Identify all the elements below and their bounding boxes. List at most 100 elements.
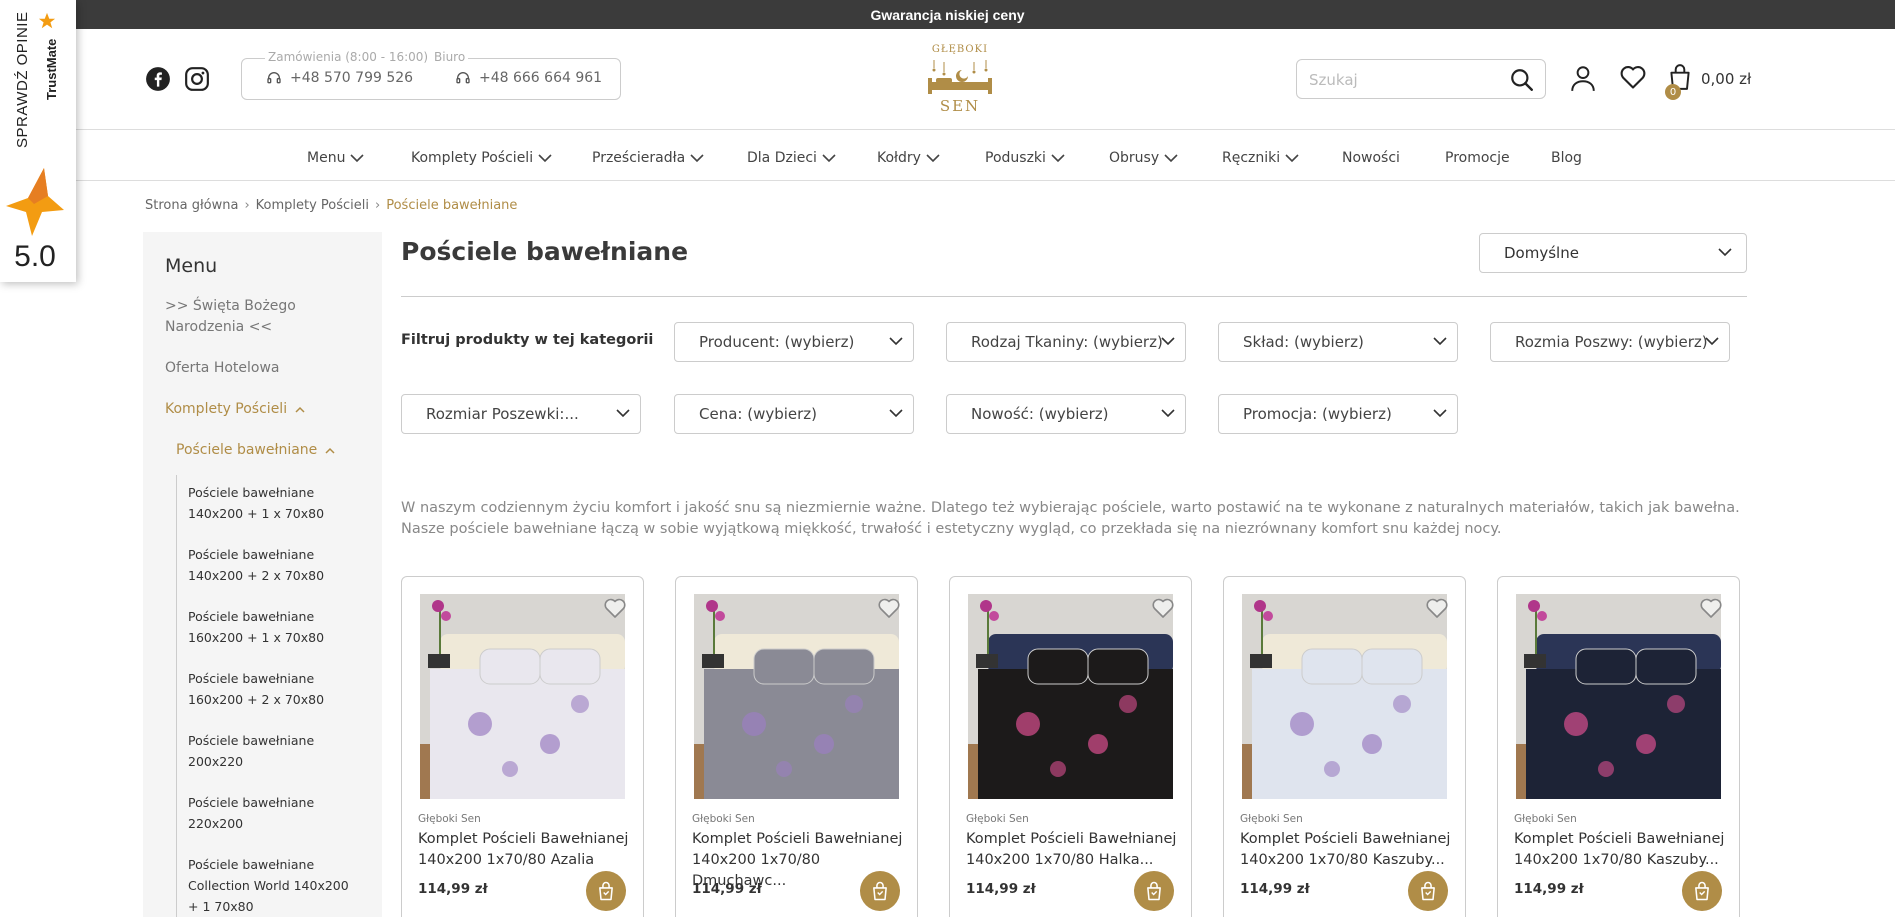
trustmate-star-icon — [6, 168, 64, 236]
filter-label-text: Nowość: (wybierz) — [971, 405, 1109, 423]
nav-item-1[interactable]: Komplety Pościeli — [411, 150, 552, 166]
sidebar-subitem[interactable]: Pościele bawełniane 140x200 + 2 x 70x80 — [188, 544, 363, 586]
wishlist-heart-icon[interactable] — [1425, 597, 1449, 619]
nav-item-2[interactable]: Prześcieradła — [592, 150, 704, 166]
sidebar-item-cotton-bedding[interactable]: Pościele bawełniane — [176, 440, 335, 461]
product-card[interactable]: Głęboki Sen Komplet Pościeli Bawełnianej … — [675, 576, 918, 917]
nav-item-label: Ręczniki — [1222, 150, 1281, 166]
sidebar-subitem[interactable]: Pościele bawełniane Collection World 140… — [188, 854, 363, 917]
product-card[interactable]: Głęboki Sen Komplet Pościeli Bawełnianej … — [949, 576, 1192, 917]
product-image[interactable] — [1516, 594, 1721, 799]
sidebar-item-label: Komplety Pościeli — [165, 401, 288, 417]
site-logo[interactable]: GŁĘBOKI SEN — [920, 40, 1000, 116]
sort-select[interactable]: Domyślne — [1479, 233, 1747, 273]
product-name[interactable]: Komplet Pościeli Bawełnianej 140x200 1x7… — [418, 829, 633, 871]
product-image[interactable] — [694, 594, 899, 799]
search-box — [1296, 59, 1546, 99]
nav-item-5[interactable]: Poduszki — [985, 150, 1065, 166]
chevron-down-icon — [538, 153, 552, 162]
facebook-icon[interactable] — [145, 66, 171, 92]
nav-item-label: Menu — [307, 150, 346, 166]
wishlist-heart-icon[interactable] — [1619, 64, 1647, 90]
product-brand: Głęboki Sen — [1514, 813, 1577, 825]
sidebar-item-bedding-sets[interactable]: Komplety Pościeli — [165, 399, 305, 420]
add-to-cart-button[interactable] — [1408, 871, 1448, 911]
cart-total[interactable]: 0,00 zł — [1701, 70, 1751, 88]
nav-item-6[interactable]: Obrusy — [1109, 150, 1178, 166]
product-card[interactable]: Głęboki Sen Komplet Pościeli Bawełnianej … — [1497, 576, 1740, 917]
filter-select[interactable]: Producent: (wybierz) — [674, 322, 914, 362]
chevron-up-icon — [325, 447, 335, 454]
sidebar-subitem[interactable]: Pościele bawełniane 200x220 — [188, 730, 363, 772]
submenu-border — [176, 475, 177, 917]
nav-item-0[interactable]: Menu — [307, 150, 365, 166]
add-to-cart-button[interactable] — [1134, 871, 1174, 911]
filter-label-text: Producent: (wybierz) — [699, 333, 855, 351]
office-phone-link[interactable]: +48 666 664 961 — [455, 70, 602, 86]
office-legend: Biuro — [431, 50, 469, 64]
search-icon[interactable] — [1509, 67, 1535, 93]
nav-item-8[interactable]: Nowości — [1342, 150, 1400, 166]
product-card[interactable]: Głęboki Sen Komplet Pościeli Bawełnianej … — [401, 576, 644, 917]
product-card[interactable]: Głęboki Sen Komplet Pościeli Bawełnianej … — [1223, 576, 1466, 917]
instagram-icon[interactable] — [184, 66, 210, 92]
product-image[interactable] — [420, 594, 625, 799]
nav-item-label: Obrusy — [1109, 150, 1160, 166]
wishlist-heart-icon[interactable] — [1151, 597, 1175, 619]
filter-select[interactable]: Rozmia Poszwy: (wybierz) — [1490, 322, 1730, 362]
sidebar-subitem[interactable]: Pościele bawełniane 140x200 + 1 x 70x80 — [188, 482, 363, 524]
nav-item-9[interactable]: Promocje — [1445, 150, 1510, 166]
nav-item-label: Kołdry — [877, 150, 921, 166]
chevron-down-icon — [1705, 337, 1719, 346]
product-image[interactable] — [968, 594, 1173, 799]
chevron-down-icon — [1433, 409, 1447, 418]
search-input[interactable] — [1309, 68, 1489, 92]
product-name[interactable]: Komplet Pościeli Bawełnianej 140x200 1x7… — [1514, 829, 1729, 871]
filter-label-text: Cena: (wybierz) — [699, 405, 818, 423]
announcement-bar: Gwarancja niskiej ceny — [0, 0, 1895, 29]
breadcrumb-home[interactable]: Strona główna — [145, 198, 238, 213]
sidebar-item-christmas[interactable]: >> Święta Bożego Narodzenia << — [165, 296, 325, 338]
chevron-up-icon — [295, 406, 305, 413]
sidebar-subitem[interactable]: Pościele bawełniane 160x200 + 1 x 70x80 — [188, 606, 363, 648]
filter-label-text: Rozmiar Poszewki:... — [426, 405, 579, 423]
nav-item-10[interactable]: Blog — [1551, 150, 1582, 166]
filter-select[interactable]: Nowość: (wybierz) — [946, 394, 1186, 434]
sidebar-subitem[interactable]: Pościele bawełniane 220x200 — [188, 792, 363, 834]
chevron-down-icon — [1161, 337, 1175, 346]
headset-icon — [456, 72, 470, 84]
filter-select[interactable]: Cena: (wybierz) — [674, 394, 914, 434]
trustmate-star-small-icon — [38, 12, 56, 29]
wishlist-heart-icon[interactable] — [1699, 597, 1723, 619]
add-to-cart-button[interactable] — [586, 871, 626, 911]
filter-select[interactable]: Skład: (wybierz) — [1218, 322, 1458, 362]
orders-phone: +48 570 799 526 — [290, 70, 414, 86]
wishlist-heart-icon[interactable] — [877, 597, 901, 619]
nav-item-label: Komplety Pościeli — [411, 150, 534, 166]
cart-bag-icon — [1147, 881, 1161, 901]
sidebar-item-hotel-offer[interactable]: Oferta Hotelowa — [165, 358, 280, 379]
filter-select[interactable]: Rozmiar Poszewki:... — [401, 394, 641, 434]
page-title: Pościele bawełniane — [401, 237, 689, 266]
trustmate-widget[interactable]: SPRAWDŹ OPINIE TrustMate 5.0 — [0, 0, 76, 282]
filter-label-text: Skład: (wybierz) — [1243, 333, 1364, 351]
nav-item-3[interactable]: Dla Dzieci — [747, 150, 836, 166]
product-image[interactable] — [1242, 594, 1447, 799]
chevron-down-icon — [822, 153, 836, 162]
filter-select[interactable]: Rodzaj Tkaniny: (wybierz) — [946, 322, 1186, 362]
user-account-icon[interactable] — [1570, 64, 1596, 92]
add-to-cart-button[interactable] — [860, 871, 900, 911]
wishlist-heart-icon[interactable] — [603, 597, 627, 619]
product-name[interactable]: Komplet Pościeli Bawełnianej 140x200 1x7… — [966, 829, 1181, 871]
sidebar-subitem[interactable]: Pościele bawełniane 160x200 + 2 x 70x80 — [188, 668, 363, 710]
filter-select[interactable]: Promocja: (wybierz) — [1218, 394, 1458, 434]
nav-item-7[interactable]: Ręczniki — [1222, 150, 1299, 166]
nav-item-4[interactable]: Kołdry — [877, 150, 940, 166]
chevron-down-icon — [1164, 153, 1178, 162]
product-price: 114,99 zł — [966, 881, 1036, 897]
orders-phone-link[interactable]: +48 570 799 526 — [266, 70, 413, 86]
add-to-cart-button[interactable] — [1682, 871, 1722, 911]
breadcrumb-category[interactable]: Komplety Pościeli — [256, 198, 369, 213]
product-name[interactable]: Komplet Pościeli Bawełnianej 140x200 1x7… — [1240, 829, 1455, 871]
logo-bottom-text: SEN — [939, 97, 981, 115]
